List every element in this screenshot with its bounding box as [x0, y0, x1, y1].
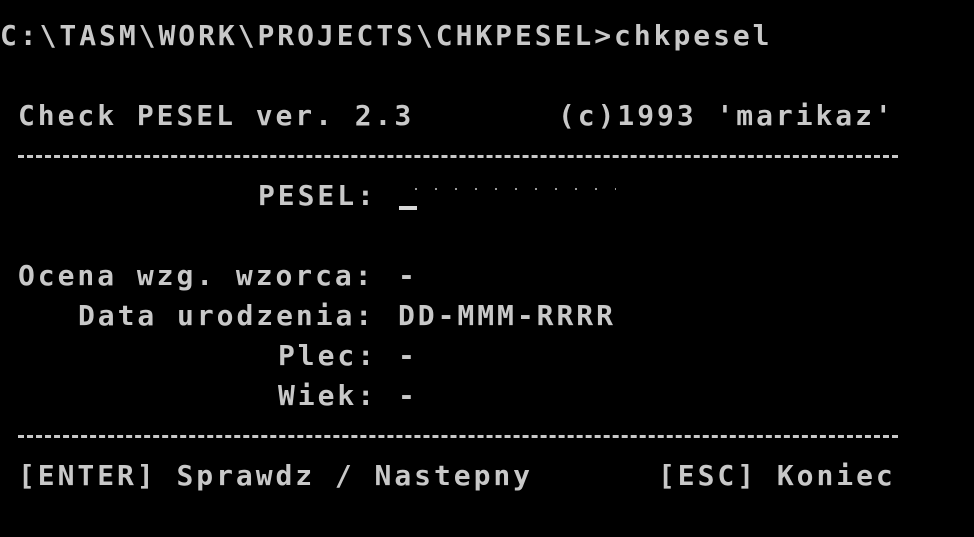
plec-value: - [398, 339, 418, 372]
dos-terminal-screen: C:\TASM\WORK\PROJECTS\CHKPESEL>chkpesel … [0, 0, 974, 537]
wiek-label: Wiek: [278, 379, 378, 412]
pesel-input[interactable] [398, 176, 623, 216]
command-line: C:\TASM\WORK\PROJECTS\CHKPESEL>chkpesel [0, 16, 773, 56]
bottom-divider [18, 435, 898, 438]
command-prompt: C:\TASM\WORK\PROJECTS\CHKPESEL> [0, 19, 615, 52]
enter-key-hint[interactable]: [ENTER] Sprawdz / Nastepny [18, 456, 533, 496]
pesel-label: PESEL: [258, 179, 377, 212]
ocena-value: - [398, 259, 418, 292]
data-urodzenia-label: Data urodzenia: [78, 299, 376, 332]
app-title: Check PESEL ver. 2.3 [18, 99, 415, 132]
wiek-value: - [398, 379, 418, 412]
top-divider [18, 155, 898, 158]
esc-key-hint[interactable]: [ESC] Koniec [658, 456, 896, 496]
app-copyright: (c)1993 'marikaz' [558, 99, 895, 132]
text-cursor [399, 206, 417, 210]
plec-label: Plec: [278, 339, 378, 372]
ocena-label: Ocena wzg. wzorca: [18, 259, 375, 292]
pesel-input-placeholder-dots [406, 187, 616, 191]
command-text: chkpesel [614, 19, 773, 52]
data-urodzenia-value: DD-MMM-RRRR [398, 299, 616, 332]
